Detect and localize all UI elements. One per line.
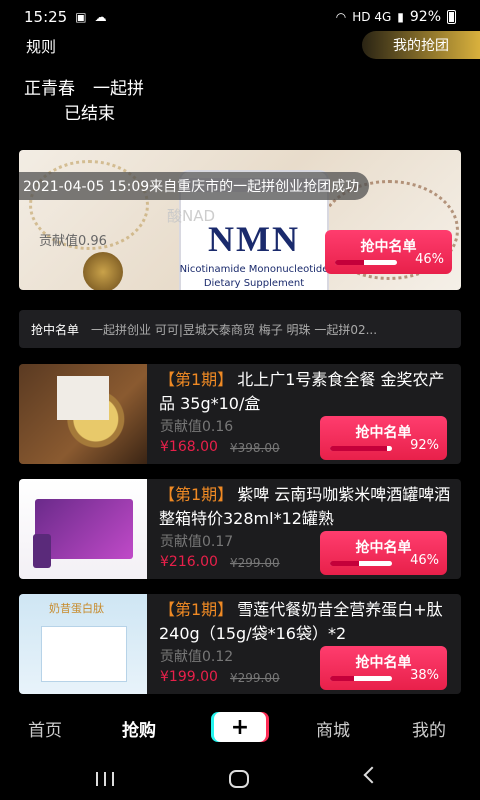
period-tag: 【第1期】 [159,370,234,389]
cloud-icon: ☁ [94,10,107,24]
brand-title: 正青春 一起拼 [24,74,162,99]
progress-percent: 46% [415,252,444,267]
original-price: ¥299.00 [230,556,280,570]
progress-bar [330,561,392,566]
back-icon[interactable] [363,766,381,784]
grab-button[interactable]: 抢中名单 38% [320,646,447,690]
progress-percent: 46% [410,553,439,568]
create-button[interactable]: + [214,712,266,742]
battery-percent: 92% [409,9,441,25]
tab-mall[interactable]: 商城 [316,716,350,741]
status-bar: 15:25 ▣ ☁ ◠ HD 4G ▮ 92% [0,0,480,34]
product-item[interactable]: 【第1期】 北上广1号素食全餐 金奖农产品 35g*10/盒 贡献值0.16 ¥1… [19,364,461,464]
contribution-value: 贡献值0.16 [160,419,234,435]
product-thumbnail [19,479,147,579]
product-item[interactable]: 奶昔蛋白肽 【第1期】 雪莲代餐奶昔全营养蛋白+肽240g（15g/袋*16袋）*… [19,594,461,694]
price: ¥216.00 [160,554,218,570]
grab-button[interactable]: 抢中名单 92% [320,416,447,460]
progress-bar [330,446,392,451]
progress-bar [335,260,397,265]
brand-name: 正青春 [24,79,75,99]
event-status: 已结束 [64,104,115,124]
product-sub1: Nicotinamide Mononucleotide [179,264,329,275]
original-price: ¥398.00 [230,441,280,455]
progress-percent: 38% [410,668,439,683]
progress-fill [330,446,388,451]
brand-subtitle: 一起拼 [93,79,144,99]
tab-mine[interactable]: 我的 [412,716,446,741]
tab-home[interactable]: 首页 [28,716,62,741]
winners-ticker[interactable]: 抢中名单 一起拼创业 可可|昱城天泰商贸 梅子 明珠 一起拼02... [19,310,461,348]
price: ¥199.00 [160,669,218,685]
progress-bar [330,676,392,681]
contribution-value: 贡献值0.12 [160,649,234,665]
clock: 15:25 [24,8,68,26]
my-group-button[interactable]: 我的抢团 [362,31,480,59]
product-title: 【第1期】 紫啤 云南玛咖紫米啤酒罐啤酒整箱特价328ml*12罐熟 [159,483,454,531]
tab-grab[interactable]: 抢购 [122,716,156,741]
product-sub2: Dietary Supplement [203,278,305,289]
made-in-usa-badge-icon [83,252,123,290]
image-icon: ▣ [75,10,87,24]
product-thumbnail: 奶昔蛋白肽 [19,594,147,694]
hero-contribution: 贡献值0.96 [39,234,107,249]
battery-icon [447,10,456,24]
product-title: 【第1期】 雪莲代餐奶昔全营养蛋白+肽240g（15g/袋*16袋）*2 [159,598,454,646]
product-thumbnail [19,364,147,464]
thumbnail-label: 奶昔蛋白肽 [49,602,104,615]
signal-icon: ▮ [397,10,404,24]
rules-link[interactable]: 规则 [26,36,56,57]
product-item[interactable]: 【第1期】 紫啤 云南玛咖紫米啤酒罐啤酒整箱特价328ml*12罐熟 贡献值0.1… [19,479,461,579]
progress-percent: 92% [410,438,439,453]
success-banner: 2021-04-05 15:09来自重庆市的一起拼创业抢团成功 [19,172,370,200]
winners-title: 抢中名单 [31,322,80,337]
signal-label: HD 4G [352,10,392,24]
wifi-icon: ◠ [335,10,347,24]
grab-button[interactable]: 抢中名单 46% [320,531,447,575]
home-icon[interactable] [229,770,249,788]
hero-product-card[interactable]: NMN Nicotinamide Mononucleotide Dietary … [19,150,461,290]
original-price: ¥299.00 [230,671,280,685]
progress-fill [330,676,354,681]
recent-apps-icon[interactable] [96,772,114,786]
product-title: 【第1期】 北上广1号素食全餐 金奖农产品 35g*10/盒 [159,368,454,416]
contribution-value: 贡献值0.17 [160,534,234,550]
system-nav-bar [0,752,480,800]
period-tag: 【第1期】 [159,600,234,619]
product-acid-text: 酸NAD [167,207,216,225]
winners-list: 一起拼创业 可可|昱城天泰商贸 梅子 明珠 一起拼02... [91,322,378,337]
price: ¥168.00 [160,439,218,455]
progress-fill [335,260,364,265]
hero-grab-button[interactable]: 抢中名单 46% [325,230,452,274]
progress-fill [330,561,359,566]
period-tag: 【第1期】 [159,485,234,504]
